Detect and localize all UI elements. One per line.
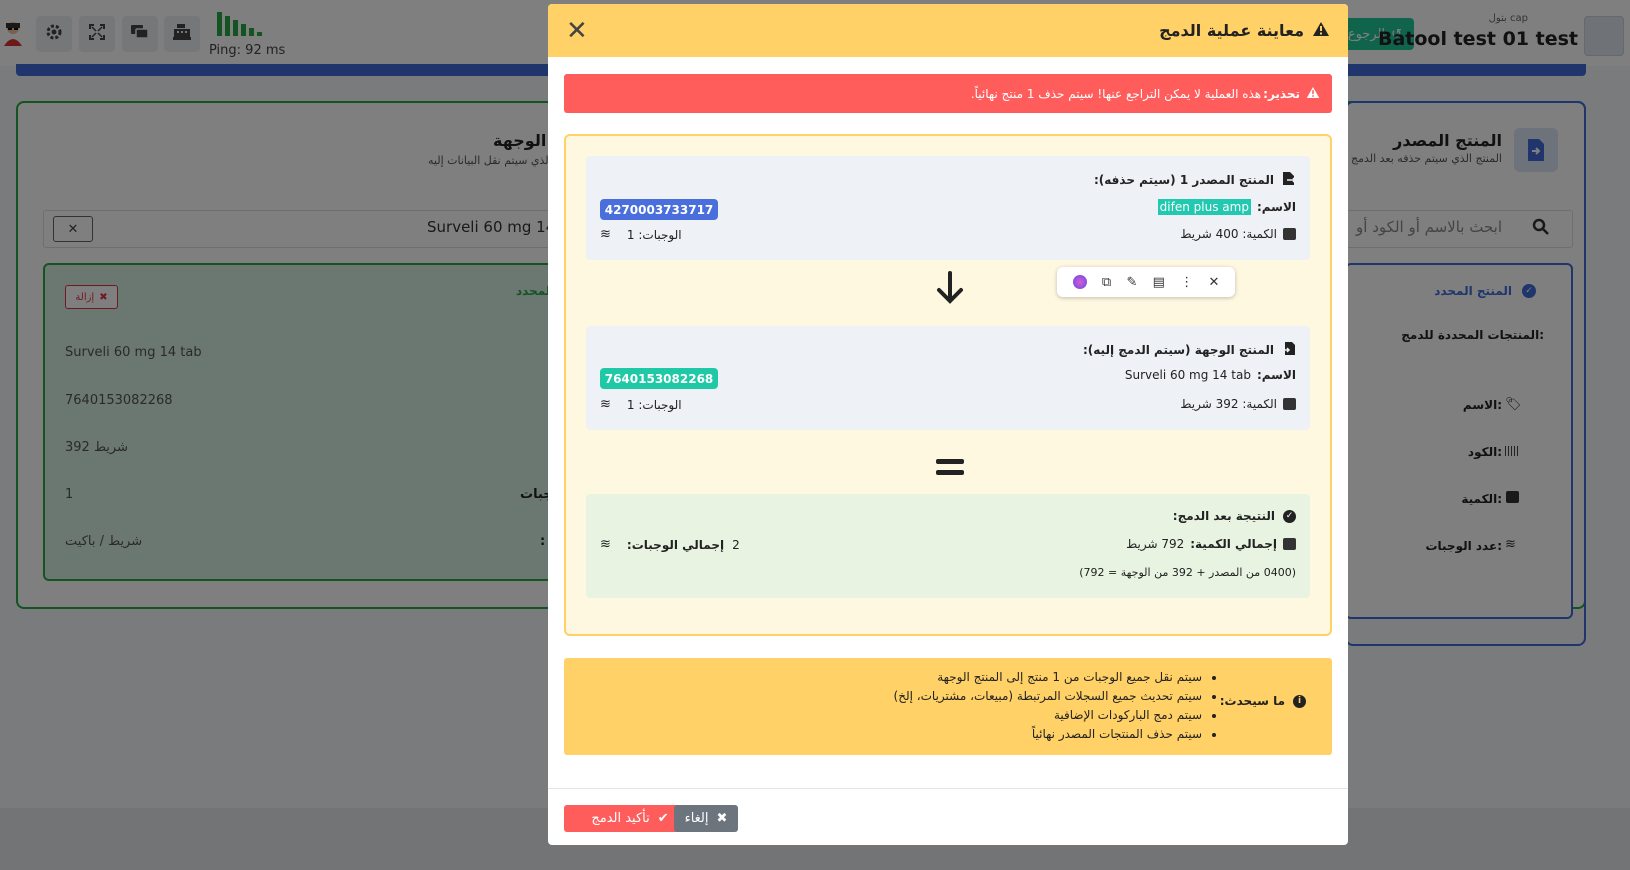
copy-icon[interactable]: ⧉ xyxy=(1102,275,1111,290)
layers-icon: ≋ xyxy=(600,397,611,412)
what-happens-box: i ما سيحدث: سيتم نقل جميع الوجبات من 1 م… xyxy=(564,658,1332,755)
source-qty-text: الكمية: 400 شريط xyxy=(1180,227,1277,241)
box-icon xyxy=(1283,398,1296,410)
result-formula-text: (0400 من المصدر + 392 من الوجهة = 792) xyxy=(1079,566,1296,579)
file-export-icon xyxy=(1282,171,1297,189)
close-modal-button[interactable]: ✕ xyxy=(566,18,588,44)
confirm-merge-label: تأكيد الدمج xyxy=(591,811,650,826)
result-qty-value: 792 شريط xyxy=(1126,537,1185,551)
list-item: سيتم تحديث جميع السجلات المرتبطة (مبيعات… xyxy=(894,687,1202,706)
result-formula: (0400 من المصدر + 392 من الوجهة = 792) xyxy=(1079,566,1296,579)
box-icon xyxy=(1283,538,1296,550)
cancel-button[interactable]: إلغاء ✖ xyxy=(674,805,738,832)
merge-preview-modal: ✕ معاينة عملية الدمج تحذير: هذه العملية … xyxy=(548,4,1348,845)
target-qty-row: الكمية: 392 شريط xyxy=(1180,397,1296,411)
source-name-label: الاسم: xyxy=(1256,200,1296,214)
source-card-title: المنتج المصدر 1 (سيتم حذفه): xyxy=(1093,171,1297,189)
list-item: سيتم نقل جميع الوجبات من 1 منتج إلى المن… xyxy=(894,668,1202,687)
what-happens-label: ما سيحدث: xyxy=(1219,694,1285,708)
what-happens-heading: i ما سيحدث: xyxy=(1220,694,1306,708)
warning-text: هذه العملية لا يمكن التراجع عنها! سيتم ح… xyxy=(970,86,1262,101)
target-meals-row: الوجبات: 1 ≋ xyxy=(600,397,682,412)
result-meals-value: 2 xyxy=(732,537,740,552)
close-toolbar-icon[interactable]: ✕ xyxy=(1208,275,1219,290)
equals-icon xyxy=(566,444,1334,490)
target-card-title: المنتج الوجهة (سيتم الدمج إليه): xyxy=(1083,341,1296,359)
result-meals-label: إجمالي الوجبات: xyxy=(626,537,725,552)
source-qty-row: الكمية: 400 شريط xyxy=(1180,227,1296,241)
result-qty-label: إجمالي الكمية: xyxy=(1190,537,1277,551)
close-icon: ✕ xyxy=(566,15,588,46)
check-circle-icon: ✓ xyxy=(1283,509,1296,523)
source-meals-text: الوجبات: 1 xyxy=(626,227,682,242)
merge-preview-box: المنتج المصدر 1 (سيتم حذفه): الاسم: dife… xyxy=(564,134,1332,636)
target-product-card: المنتج الوجهة (سيتم الدمج إليه): الاسم: … xyxy=(586,326,1310,430)
result-qty-row: إجمالي الكمية: 792 شريط xyxy=(1126,537,1296,551)
text-selection-toolbar: ⧉ ✎ ▤ ⋮ ✕ xyxy=(1057,267,1235,297)
target-name-label: الاسم: xyxy=(1256,368,1296,382)
target-name-row: الاسم: Surveli 60 mg 14 tab xyxy=(1125,368,1296,382)
check-icon: ✔ xyxy=(657,811,669,826)
source-card-title-text: المنتج المصدر 1 (سيتم حذفه): xyxy=(1093,173,1274,187)
file-import-icon xyxy=(1282,341,1296,359)
info-circle-icon: i xyxy=(1293,694,1306,708)
alert-triangle-icon xyxy=(1306,86,1320,102)
what-happens-list: سيتم نقل جميع الوجبات من 1 منتج إلى المن… xyxy=(894,668,1202,744)
ai-assistant-icon[interactable] xyxy=(1072,275,1087,289)
cancel-label: إلغاء xyxy=(684,811,709,826)
merge-result-card: ✓ النتيجة بعد الدمج: إجمالي الكمية: 792 … xyxy=(586,494,1310,598)
times-icon: ✖ xyxy=(716,811,728,826)
warning-alert: تحذير: هذه العملية لا يمكن التراجع عنها!… xyxy=(564,74,1332,113)
warning-triangle-icon xyxy=(1312,21,1330,41)
source-name-value: difen plus amp xyxy=(1157,199,1251,215)
more-options-icon[interactable]: ⋮ xyxy=(1180,275,1193,290)
list-item: سيتم حذف المنتجات المصدر نهائياً xyxy=(894,725,1202,744)
target-qty-text: الكمية: 392 شريط xyxy=(1180,397,1277,411)
box-icon xyxy=(1283,228,1296,240)
modal-footer-divider xyxy=(548,788,1348,789)
result-meals-row: 2 إجمالي الوجبات: ≋ xyxy=(600,537,740,552)
highlight-icon[interactable]: ✎ xyxy=(1126,275,1137,290)
note-icon[interactable]: ▤ xyxy=(1153,275,1165,290)
target-card-title-text: المنتج الوجهة (سيتم الدمج إليه): xyxy=(1082,343,1274,357)
source-meals-row: الوجبات: 1 ≋ xyxy=(600,227,682,242)
target-meals-text: الوجبات: 1 xyxy=(626,397,682,412)
warning-bold: تحذير: xyxy=(1263,86,1300,101)
source-product-card: المنتج المصدر 1 (سيتم حذفه): الاسم: dife… xyxy=(586,156,1310,260)
target-name-value: Surveli 60 mg 14 tab xyxy=(1124,368,1251,382)
result-card-title-text: النتيجة بعد الدمج: xyxy=(1172,509,1275,523)
modal-title: معاينة عملية الدمج xyxy=(1159,21,1330,41)
modal-title-text: معاينة عملية الدمج xyxy=(1159,21,1304,40)
list-item: سيتم دمج الباركودات الإضافية xyxy=(894,706,1202,725)
modal-header: ✕ معاينة عملية الدمج xyxy=(548,4,1348,57)
source-name-row: الاسم: difen plus amp xyxy=(1157,199,1296,215)
source-code-badge: 4270003733717 xyxy=(600,199,718,220)
result-card-title: ✓ النتيجة بعد الدمج: xyxy=(1173,509,1296,523)
layers-icon: ≋ xyxy=(600,227,611,242)
layers-icon: ≋ xyxy=(600,537,611,552)
target-code-badge: 7640153082268 xyxy=(600,368,718,389)
